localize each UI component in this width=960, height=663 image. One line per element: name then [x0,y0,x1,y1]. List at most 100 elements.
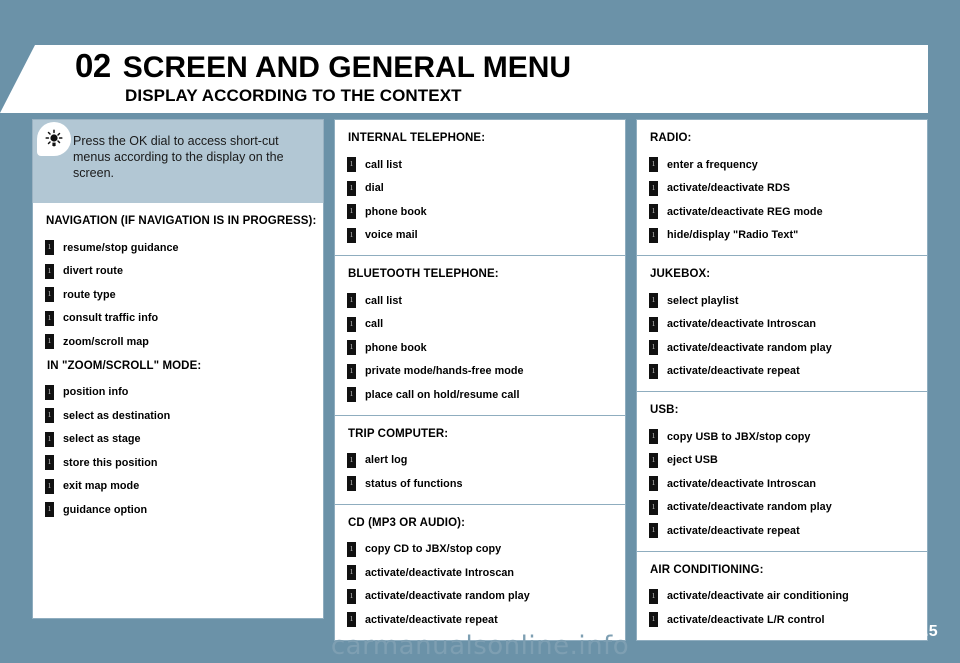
square-bullet-icon: 1 [649,476,658,492]
list-item[interactable]: 1 enter a frequency [637,153,927,177]
list-item-label: phone book [365,341,427,354]
trip-computer-item-list: 1 alert log 1 status of functions [335,449,625,496]
list-item-label: eject USB [667,454,718,467]
list-item[interactable]: 1 guidance option [33,498,323,522]
list-item[interactable]: 1 place call on hold/resume call [335,383,625,407]
middle-column: INTERNAL TELEPHONE: 1 call list 1 dial 1… [334,119,626,641]
list-item-label: zoom/scroll map [63,335,149,348]
list-item-label: activate/deactivate repeat [667,524,800,537]
square-bullet-icon: 1 [649,523,658,539]
list-item[interactable]: 1 activate/deactivate Introscan [637,313,927,337]
list-item[interactable]: 1 select as destination [33,404,323,428]
list-item-label: route type [63,288,116,301]
list-item[interactable]: 1 activate/deactivate REG mode [637,200,927,224]
list-item[interactable]: 1 copy CD to JBX/stop copy [335,538,625,562]
list-item[interactable]: 1 hide/display "Radio Text" [637,224,927,248]
square-bullet-icon: 1 [45,287,54,303]
square-bullet-icon: 1 [649,499,658,515]
list-item[interactable]: 1 activate/deactivate random play [637,336,927,360]
list-item-label: dial [365,182,384,195]
list-item[interactable]: 1 phone book [335,336,625,360]
list-item-label: activate/deactivate Introscan [667,318,817,331]
page-title: SCREEN AND GENERAL MENU [122,51,572,84]
square-bullet-icon: 1 [347,476,356,492]
list-item-label: activate/deactivate random play [365,590,530,603]
list-item-label: select as destination [63,409,171,422]
left-column: Press the OK dial to access short-cut me… [32,119,324,619]
list-item-label: divert route [63,265,123,278]
tip-callout: Press the OK dial to access short-cut me… [32,119,324,203]
list-item[interactable]: 1 exit map mode [33,475,323,499]
list-item[interactable]: 1 activate/deactivate Introscan [637,472,927,496]
square-bullet-icon: 1 [347,180,356,196]
square-bullet-icon: 1 [347,588,356,604]
list-item-label: call list [365,294,403,307]
list-item-label: activate/deactivate Introscan [667,477,817,490]
list-item[interactable]: 1 position info [33,381,323,405]
panel-title: CD (MP3 OR AUDIO): [348,516,466,529]
watermark: carmanualsonline.info [330,631,630,661]
list-item[interactable]: 1 call [335,313,625,337]
list-item[interactable]: 1 activate/deactivate repeat [335,608,625,632]
list-item-label: activate/deactivate random play [667,501,832,514]
panel-air-conditioning: AIR CONDITIONING: 1 activate/deactivate … [636,551,928,641]
list-item[interactable]: 1 activate/deactivate L/R control [637,608,927,632]
panel-navigation: NAVIGATION (IF NAVIGATION IS IN PROGRESS… [32,203,324,619]
list-item-label: guidance option [63,503,148,516]
usb-item-list: 1 copy USB to JBX/stop copy 1 eject USB … [637,425,927,543]
list-item[interactable]: 1 call list [335,153,625,177]
panel-title: JUKEBOX: [650,268,711,280]
square-bullet-icon: 1 [45,431,54,447]
square-bullet-icon: 1 [649,429,658,445]
list-item[interactable]: 1 activate/deactivate random play [637,496,927,520]
list-item[interactable]: 1 select playlist [637,289,927,313]
list-item[interactable]: 1 activate/deactivate repeat [637,519,927,543]
list-item[interactable]: 1 dial [335,177,625,201]
list-item-label: enter a frequency [667,158,758,171]
list-item[interactable]: 1 activate/deactivate Introscan [335,561,625,585]
square-bullet-icon: 1 [45,478,54,494]
list-item-label: select as stage [63,433,141,446]
list-item-label: exit map mode [63,480,140,493]
list-item-label: call list [365,158,403,171]
list-item[interactable]: 1 eject USB [637,449,927,473]
list-item[interactable]: 1 voice mail [335,224,625,248]
list-item[interactable]: 1 consult traffic info [33,307,323,331]
panel-title: USB: [650,404,679,416]
square-bullet-icon: 1 [347,293,356,309]
chapter-header-inner: 02 SCREEN AND GENERAL MENU DISPLAY ACCOR… [0,45,928,113]
list-item-label: activate/deactivate RDS [667,182,790,195]
list-item-label: voice mail [365,229,418,242]
list-item[interactable]: 1 route type [33,283,323,307]
list-item[interactable]: 1 call list [335,289,625,313]
panel-bluetooth-telephone: BLUETOOTH TELEPHONE: 1 call list 1 call … [334,256,626,416]
zoom-scroll-item-list: 1 position info 1 select as destination … [33,381,323,522]
square-bullet-icon: 1 [347,387,356,403]
list-item[interactable]: 1 select as stage [33,428,323,452]
list-item[interactable]: 1 divert route [33,260,323,284]
list-item-label: copy CD to JBX/stop copy [365,543,502,556]
panel-usb: USB: 1 copy USB to JBX/stop copy 1 eject… [636,392,928,552]
list-item[interactable]: 1 phone book [335,200,625,224]
panel-title: TRIP COMPUTER: [348,427,449,440]
list-item[interactable]: 1 store this position [33,451,323,475]
list-item-label: copy USB to JBX/stop copy [667,430,811,443]
list-item[interactable]: 1 activate/deactivate random play [335,585,625,609]
square-bullet-icon: 1 [347,452,356,468]
list-item[interactable]: 1 activate/deactivate RDS [637,177,927,201]
list-item[interactable]: 1 private mode/hands-free mode [335,360,625,384]
list-item-label: activate/deactivate random play [667,341,832,354]
list-item[interactable]: 1 activate/deactivate air conditioning [637,585,927,609]
list-item[interactable]: 1 status of functions [335,472,625,496]
square-bullet-icon: 1 [45,310,54,326]
list-item[interactable]: 1 alert log [335,449,625,473]
list-item[interactable]: 1 copy USB to JBX/stop copy [637,425,927,449]
square-bullet-icon: 1 [45,502,54,518]
list-item[interactable]: 1 zoom/scroll map [33,330,323,354]
list-item[interactable]: 1 activate/deactivate repeat [637,360,927,384]
list-item[interactable]: 1 resume/stop guidance [33,236,323,260]
air-conditioning-item-list: 1 activate/deactivate air conditioning 1… [637,585,927,632]
panel-internal-telephone: INTERNAL TELEPHONE: 1 call list 1 dial 1… [334,119,626,256]
list-item-label: select playlist [667,294,739,307]
chapter-heading: 02 SCREEN AND GENERAL MENU [75,47,571,85]
